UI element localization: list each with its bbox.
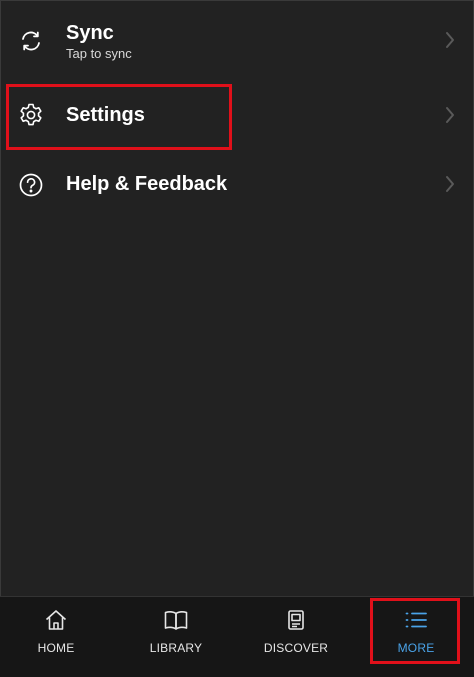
chevron-right-icon [444,174,456,194]
tab-library[interactable]: LIBRARY [121,597,231,677]
tab-library-label: LIBRARY [149,641,203,655]
home-icon [43,607,69,633]
tab-home[interactable]: HOME [1,597,111,677]
tab-discover-label: DISCOVER [263,641,329,655]
chevron-right-icon [444,30,456,50]
tab-home-label: HOME [37,641,75,655]
question-circle-icon [18,172,44,198]
settings-highlight-box [6,84,232,150]
menu-item-sync[interactable]: Sync Tap to sync [0,12,474,80]
discover-icon [283,607,309,633]
tab-discover[interactable]: DISCOVER [241,597,351,677]
menu-item-help-feedback[interactable]: Help & Feedback [0,150,474,218]
sync-subtitle: Tap to sync [66,46,132,61]
book-icon [163,607,189,633]
more-highlight-box [370,598,460,664]
help-feedback-title: Help & Feedback [66,173,228,195]
chevron-right-icon [444,105,456,125]
sync-icon [18,28,44,54]
sync-title: Sync [66,22,114,44]
